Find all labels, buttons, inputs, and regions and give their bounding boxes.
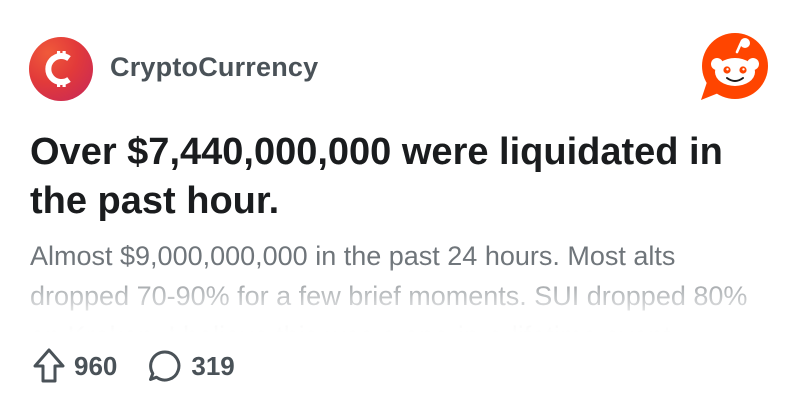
comment-count: 319 [191, 350, 235, 381]
post-title[interactable]: Over $7,440,000,000 were liquidated in t… [30, 128, 780, 226]
subreddit-icon[interactable] [29, 37, 93, 101]
upvote-arrow-icon [33, 348, 65, 383]
post-body: Almost $9,000,000,000 in the past 24 hou… [30, 241, 748, 332]
post-actions: 960 319 [32, 344, 235, 388]
comment-bubble-icon [149, 350, 181, 382]
post-body-preview[interactable]: Almost $9,000,000,000 in the past 24 hou… [30, 236, 780, 332]
post-card[interactable]: CryptoCurrency Over $7,440,000,000 were … [0, 0, 800, 419]
upvote-count: 960 [74, 350, 118, 381]
upvote-button[interactable]: 960 [32, 347, 117, 385]
comments-button[interactable]: 319 [147, 348, 235, 384]
reddit-snoo-icon [701, 33, 768, 100]
subreddit-name[interactable]: CryptoCurrency [110, 52, 318, 83]
crypto-c-icon [45, 51, 71, 87]
